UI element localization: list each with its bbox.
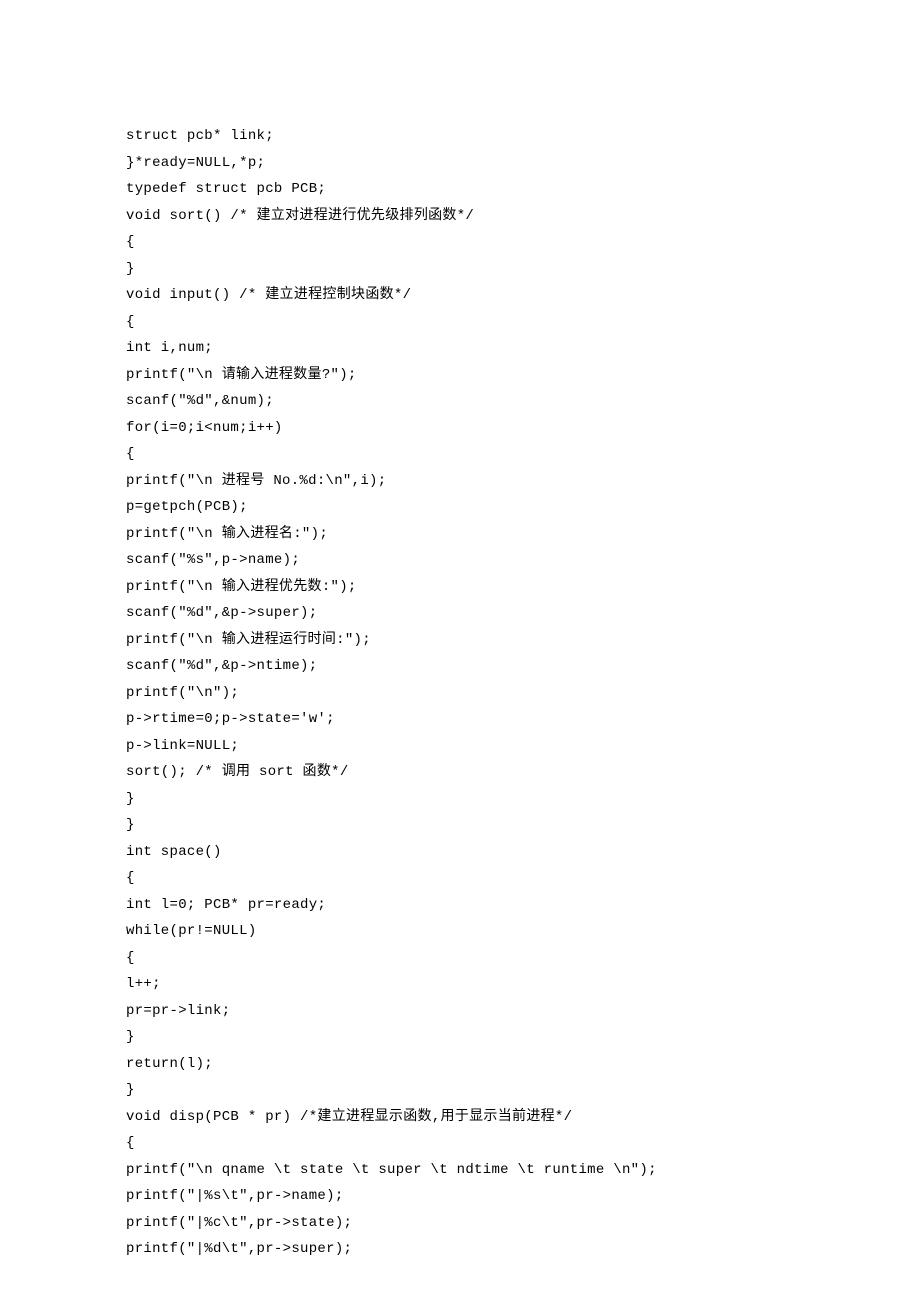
code-line: printf("\n 输入进程名:"); (126, 521, 794, 548)
code-line: printf("\n 输入进程优先数:"); (126, 574, 794, 601)
code-line: scanf("%d",&p->super); (126, 600, 794, 627)
code-line: printf("\n"); (126, 680, 794, 707)
code-line: { (126, 865, 794, 892)
code-line: for(i=0;i<num;i++) (126, 415, 794, 442)
code-line: scanf("%d",&p->ntime); (126, 653, 794, 680)
code-line: int space() (126, 839, 794, 866)
code-line: sort(); /* 调用 sort 函数*/ (126, 759, 794, 786)
code-line: printf("\n 进程号 No.%d:\n",i); (126, 468, 794, 495)
code-line: int l=0; PCB* pr=ready; (126, 892, 794, 919)
code-line: return(l); (126, 1051, 794, 1078)
code-line: printf("|%s\t",pr->name); (126, 1183, 794, 1210)
code-line: void disp(PCB * pr) /*建立进程显示函数,用于显示当前进程*… (126, 1104, 794, 1131)
code-line: printf("\n 输入进程运行时间:"); (126, 627, 794, 654)
code-line: pr=pr->link; (126, 998, 794, 1025)
code-line: typedef struct pcb PCB; (126, 176, 794, 203)
code-line: void sort() /* 建立对进程进行优先级排列函数*/ (126, 203, 794, 230)
code-line: while(pr!=NULL) (126, 918, 794, 945)
code-line: void input() /* 建立进程控制块函数*/ (126, 282, 794, 309)
code-line: l++; (126, 971, 794, 998)
code-line: printf("|%d\t",pr->super); (126, 1236, 794, 1263)
code-line: } (126, 786, 794, 813)
code-line: p=getpch(PCB); (126, 494, 794, 521)
code-line: scanf("%s",p->name); (126, 547, 794, 574)
code-line: printf("|%c\t",pr->state); (126, 1210, 794, 1237)
code-line: { (126, 441, 794, 468)
code-line: struct pcb* link; (126, 123, 794, 150)
code-line: p->rtime=0;p->state='w'; (126, 706, 794, 733)
code-line: scanf("%d",&num); (126, 388, 794, 415)
code-line: } (126, 1077, 794, 1104)
code-line: { (126, 945, 794, 972)
code-line: { (126, 229, 794, 256)
code-line: int i,num; (126, 335, 794, 362)
document-page: struct pcb* link; }*ready=NULL,*p; typed… (0, 0, 920, 1263)
code-line: } (126, 256, 794, 283)
code-line: }*ready=NULL,*p; (126, 150, 794, 177)
code-line: { (126, 309, 794, 336)
code-line: printf("\n 请输入进程数量?"); (126, 362, 794, 389)
code-line: } (126, 1024, 794, 1051)
code-line: p->link=NULL; (126, 733, 794, 760)
code-line: printf("\n qname \t state \t super \t nd… (126, 1157, 794, 1184)
code-line: { (126, 1130, 794, 1157)
code-line: } (126, 812, 794, 839)
